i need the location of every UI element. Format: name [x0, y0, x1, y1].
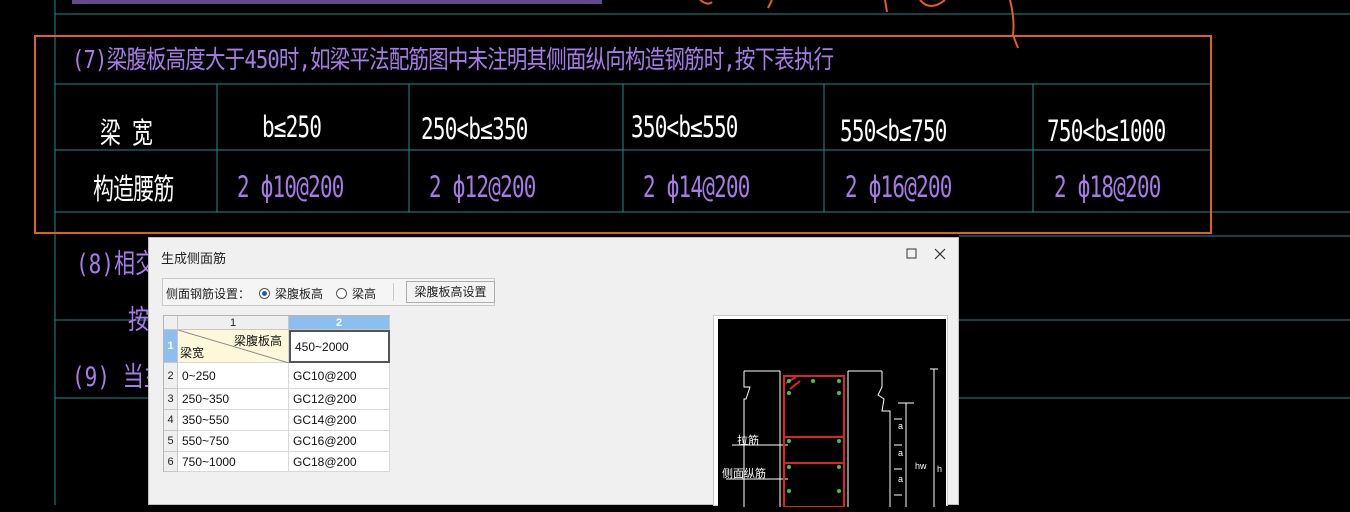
rebar-cell-5: 2 ф18@200	[1054, 170, 1161, 204]
grid-header-value-cell[interactable]: 450~2000	[289, 330, 390, 363]
radio-beam-height[interactable]: 梁高	[336, 285, 376, 302]
grid-row-header-4[interactable]: 4	[164, 410, 178, 431]
grid-row-header-3[interactable]: 3	[164, 389, 178, 410]
preview-dim-a-3: a	[898, 474, 904, 484]
section-preview-panel: 拉筋 侧面纵筋 a a a hw h	[713, 315, 948, 508]
rebar-cell-1: 2 ф10@200	[237, 170, 344, 204]
grid-rebar-cell-2[interactable]: GC10@200	[289, 363, 390, 389]
beam-section-preview: 拉筋 侧面纵筋 a a a hw h	[718, 319, 946, 508]
note-an-text: 按	[128, 305, 150, 336]
preview-dim-a-1: a	[898, 421, 904, 431]
side-rebar-dialog: 生成侧面筋 侧面钢筋设置： 梁腹板高 梁高 梁腹板高设置 1 2 1 梁腹板高 …	[148, 237, 959, 508]
note-7-text: (7)梁腹板高度大于450时,如梁平法配筋图中未注明其侧面纵向构造钢筋时,按下表…	[72, 45, 834, 74]
radio-selected-icon	[259, 288, 270, 299]
row-label-beam-width: 梁 宽	[100, 116, 153, 150]
grid-rebar-cell-4[interactable]: GC14@200	[289, 410, 390, 431]
rebar-grid: 1 2 1 梁腹板高 梁宽 450~2000 2 0~250 GC10@200 …	[163, 315, 390, 472]
close-icon[interactable]	[930, 245, 950, 265]
grid-width-cell-2[interactable]: 0~250	[178, 363, 289, 389]
web-height-settings-button[interactable]: 梁腹板高设置	[406, 281, 495, 303]
width-cell-1: b≤250	[262, 110, 322, 144]
radio-beam-height-label: 梁高	[352, 287, 377, 301]
preview-dim-h: h	[937, 464, 943, 474]
grid-corner-cell[interactable]: 梁腹板高 梁宽	[178, 330, 289, 363]
grid-rebar-cell-6[interactable]: GC18@200	[289, 452, 390, 472]
grid-corner-header	[164, 316, 178, 330]
grid-row-header-5[interactable]: 5	[164, 431, 178, 452]
grid-col-header-2[interactable]: 2	[289, 316, 390, 330]
preview-dim-hw: hw	[915, 461, 927, 471]
grid-col-header-1[interactable]: 1	[178, 316, 289, 330]
toolbar-divider	[393, 283, 394, 301]
rebar-cell-2: 2 ф12@200	[429, 170, 536, 204]
rebar-cell-4: 2 ф16@200	[845, 170, 952, 204]
rebar-settings-toolbar: 侧面钢筋设置： 梁腹板高 梁高 梁腹板高设置	[162, 278, 495, 306]
radio-web-height[interactable]: 梁腹板高	[259, 285, 323, 302]
width-cell-4: 550<b≤750	[840, 114, 947, 148]
radio-unselected-icon	[336, 288, 347, 299]
radio-web-height-label: 梁腹板高	[275, 287, 324, 301]
grid-row-header-1[interactable]: 1	[164, 330, 178, 363]
rebar-cell-3: 2 ф14@200	[643, 170, 750, 204]
preview-label-side-bar: 侧面纵筋	[722, 468, 766, 480]
grid-rebar-cell-5[interactable]: GC16@200	[289, 431, 390, 452]
row-label-waist-rebar: 构造腰筋	[93, 172, 174, 206]
corner-top-label: 梁腹板高	[233, 334, 282, 348]
grid-width-cell-6[interactable]: 750~1000	[178, 452, 289, 472]
dialog-title: 生成侧面筋	[161, 251, 227, 266]
grid-width-cell-4[interactable]: 350~550	[178, 410, 289, 431]
corner-bottom-label: 梁宽	[180, 346, 205, 360]
maximize-icon[interactable]	[902, 245, 922, 265]
grid-rebar-cell-3[interactable]: GC12@200	[289, 389, 390, 410]
width-cell-2: 250<b≤350	[421, 112, 528, 146]
grid-width-cell-5[interactable]: 550~750	[178, 431, 289, 452]
preview-label-tie: 拉筋	[737, 435, 759, 447]
width-cell-3: 350<b≤550	[631, 110, 738, 144]
preview-dim-a-2: a	[898, 448, 904, 458]
width-cell-5: 750<b≤1000	[1047, 114, 1166, 148]
grid-row-header-2[interactable]: 2	[164, 363, 178, 389]
note-8-text: (8)相交	[76, 249, 157, 280]
toolbar-label: 侧面钢筋设置：	[166, 287, 251, 301]
grid-width-cell-3[interactable]: 250~350	[178, 389, 289, 410]
grid-row-header-6[interactable]: 6	[164, 452, 178, 472]
